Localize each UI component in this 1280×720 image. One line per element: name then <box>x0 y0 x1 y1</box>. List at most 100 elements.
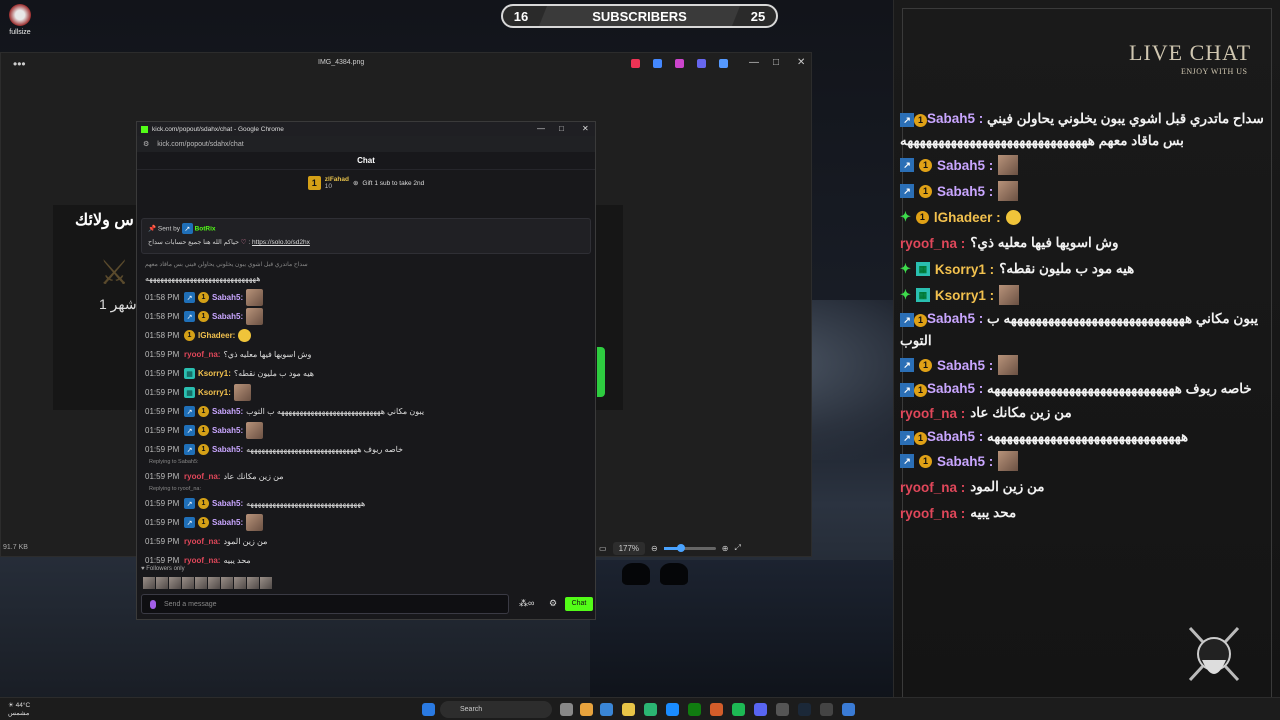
message-username[interactable]: ryoof_na: <box>184 556 220 565</box>
live-chat-line: ryoof_na : وش اسويها فيها معليه ذي؟ <box>900 230 1270 256</box>
message-time: 01:59 PM <box>145 388 180 397</box>
chat-message[interactable]: 01:59 PM ryoof_na: وش اسويها فيها معليه ذي… <box>145 345 585 364</box>
chat-message[interactable]: 01:59 PM ↗ 1 Sabah5: خاصه ريوف ههههههههههههه… <box>145 440 585 459</box>
maximize-icon[interactable]: □ <box>559 124 564 133</box>
live-chat-line: ↗ 1 Sabah5 : <box>900 448 1270 474</box>
image-subtext: شهر 1 <box>99 296 137 312</box>
message-time: 01:59 PM <box>145 499 180 508</box>
chat-message[interactable]: 01:58 PM ↗ 1 Sabah5: <box>145 307 585 326</box>
zoom-out-icon[interactable]: ⊖ <box>651 544 658 553</box>
zoom-slider[interactable] <box>663 543 716 552</box>
taskbar-search[interactable]: Search <box>440 701 552 718</box>
spotify-icon[interactable] <box>732 703 745 716</box>
live-username: Sabah5 : <box>927 111 984 126</box>
message-username[interactable]: Sabah5: <box>212 312 243 321</box>
message-username[interactable]: ryoof_na: <box>184 350 220 359</box>
emoji-icon <box>1005 209 1021 225</box>
live-username: Sabah5 : <box>937 157 994 173</box>
subscriber-goal: 25 <box>750 8 766 24</box>
gift-prompt: Gift 1 sub to take 2nd <box>362 179 425 187</box>
live-chat-line: ↗ 1 Sabah5 : <box>900 152 1270 178</box>
chat-message[interactable]: 01:59 PM ↗ 1 Sabah5: ههههههههههههههههههههههه… <box>145 494 585 513</box>
message-username[interactable]: lGhadeer: <box>198 331 235 340</box>
live-chat-line: ↗ 1 Sabah5 : ههههههههههههههههههههههههههههه… <box>900 426 1270 448</box>
followers-only-notice: ♥ Followers only <box>141 566 185 572</box>
address-bar[interactable]: ⚙ kick.com/popout/sdahx/chat <box>137 136 595 152</box>
chat-message[interactable]: 01:59 PM ryoof_na: محد يبيه <box>145 551 585 570</box>
live-username: Sabah5 : <box>937 183 994 199</box>
message-time: 01:59 PM <box>145 518 180 527</box>
message-username[interactable]: Ksorry1: <box>198 369 231 378</box>
maximize-icon[interactable]: □ <box>773 57 779 68</box>
viewer-zoom-bar: ▭ 177% ⊖ ⊕ ⤢ <box>599 537 813 559</box>
minimize-icon[interactable]: — <box>537 124 545 133</box>
mic-icon[interactable] <box>150 600 156 609</box>
message-username[interactable]: ryoof_na: <box>184 537 220 546</box>
url-text: kick.com/popout/sdahx/chat <box>157 140 244 148</box>
chat-message[interactable]: 01:59 PM ▦ Ksorry1: هيه مود ب مليون نقطه؟ <box>145 364 585 383</box>
chat-message[interactable]: 01:59 PM ↗ 1 Sabah5: <box>145 513 585 532</box>
zoom-in-icon[interactable]: ⊕ <box>722 544 729 553</box>
emote-icon[interactable]: ⁂∞ <box>519 598 534 609</box>
zoom-select[interactable]: 177% <box>612 541 646 555</box>
send-chat-button[interactable]: Chat <box>565 597 593 611</box>
sub-badge-icon: 1 <box>198 406 209 417</box>
message-username[interactable]: Sabah5: <box>212 293 243 302</box>
chat-message[interactable]: 01:59 PM ryoof_na: من زين المود <box>145 532 585 551</box>
chat-message[interactable]: 01:59 PM ↗ 1 Sabah5: <box>145 421 585 440</box>
settings-icon[interactable]: ⚙ <box>549 598 557 609</box>
store-icon[interactable] <box>666 703 679 716</box>
file-explorer-icon[interactable] <box>622 703 635 716</box>
close-icon[interactable]: ✕ <box>582 124 589 133</box>
emote-image <box>998 181 1019 201</box>
sub-badge-icon: 1 <box>198 517 209 528</box>
message-username[interactable]: Sabah5: <box>212 499 243 508</box>
message-username[interactable]: Ksorry1: <box>198 388 231 397</box>
message-username[interactable]: Sabah5: <box>212 518 243 527</box>
close-icon[interactable]: ✕ <box>797 57 805 68</box>
app-icon[interactable] <box>710 703 723 716</box>
chat-input[interactable]: Send a message <box>141 594 509 614</box>
file-size: 91.7 KB <box>3 544 28 551</box>
message-username[interactable]: ryoof_na: <box>184 472 220 481</box>
task-view-icon[interactable] <box>560 703 573 716</box>
pinned-link[interactable]: https://solo.to/sd2hx <box>252 239 310 246</box>
more-options-icon[interactable]: ••• <box>13 57 26 71</box>
pinned-message[interactable]: 📌 Sent by ↗ BotRix حياكم الله هنا جميع ح… <box>141 218 591 254</box>
kick-logo-icon <box>141 125 148 133</box>
app-icon[interactable] <box>776 703 789 716</box>
weather-temp: 44°C <box>15 702 31 709</box>
xbox-icon[interactable] <box>688 703 701 716</box>
chat-message[interactable]: 01:59 PM ↗ 1 Sabah5: يبون مكاني هههههههههههه… <box>145 402 585 421</box>
chat-message[interactable]: 01:58 PM 1 lGhadeer: <box>145 326 585 345</box>
site-info-icon[interactable]: ⚙ <box>143 140 149 148</box>
minimize-icon[interactable]: — <box>749 57 759 68</box>
steam-icon[interactable] <box>798 703 811 716</box>
discord-icon[interactable] <box>754 703 767 716</box>
edge-icon[interactable] <box>644 703 657 716</box>
gift-leaderboard[interactable]: 1 zlFahad 10 ⊛ Gift 1 sub to take 2nd <box>137 176 595 190</box>
chat-message[interactable]: 01:59 PM ▦ Ksorry1: <box>145 383 585 402</box>
chat-message[interactable]: 01:59 PM ryoof_na: من زين مكانك عاد <box>145 467 585 486</box>
obs-icon[interactable] <box>820 703 833 716</box>
app-icon[interactable] <box>842 703 855 716</box>
start-icon[interactable] <box>422 703 435 716</box>
sub-badge-icon: 1 <box>915 210 929 224</box>
chrome-icon[interactable] <box>580 703 593 716</box>
message-username[interactable]: Sabah5: <box>212 407 243 416</box>
desktop-icon-fullsize[interactable]: fullsize <box>6 4 34 36</box>
message-username[interactable]: Sabah5: <box>212 445 243 454</box>
message-username[interactable]: Sabah5: <box>212 426 243 435</box>
kick-badge-icon: ↗ <box>900 383 914 397</box>
kick-badge-icon: ↗ <box>184 444 195 455</box>
live-username: Ksorry1 : <box>934 287 995 303</box>
kick-badge-icon: ↗ <box>900 358 914 372</box>
search-label: Search <box>460 706 483 713</box>
subscriber-count: 16 <box>513 8 529 24</box>
chat-message[interactable]: 01:58 PM ↗ 1 Sabah5: <box>145 288 585 307</box>
fit-icon[interactable]: ▭ <box>599 544 607 553</box>
app-icon[interactable] <box>600 703 613 716</box>
weather-widget[interactable]: ☀ 44°C مشمس <box>8 701 30 717</box>
desktop-icon-label: fullsize <box>9 29 31 36</box>
fullscreen-icon[interactable]: ⤢ <box>734 543 740 553</box>
